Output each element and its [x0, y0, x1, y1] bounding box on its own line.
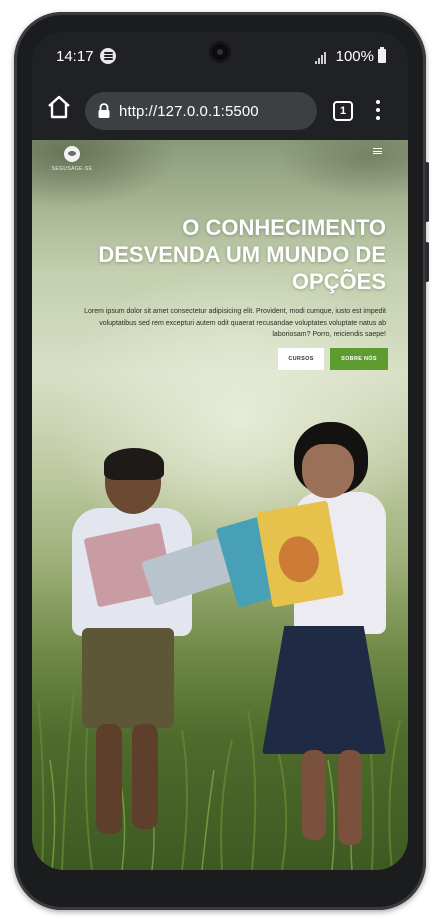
site-brand[interactable]: SEGUSAGE-SE: [50, 146, 94, 172]
hero-description-line: laboriosam? Porro, reiciendis saepe!: [272, 331, 386, 338]
hero-title-line: DESVENDA UM MUNDO DE: [98, 242, 386, 267]
browser-toolbar: http://127.0.0.1:5500 1: [32, 76, 408, 140]
hero-title-line: OPÇÕES: [291, 269, 386, 294]
signal-icon: [315, 52, 326, 64]
power-button: [425, 242, 429, 282]
girl-face: [302, 444, 354, 498]
phone-screen: 14:17 100% http://127.0.0.1:5500 1 SEGUS…: [32, 32, 408, 870]
brand-logo-icon: [64, 146, 80, 162]
boy-shorts: [82, 628, 174, 728]
hero-description-line: voluptatibus sed rem excepturi autem odi…: [99, 319, 386, 327]
status-bar: 14:17 100%: [32, 32, 408, 76]
hero-description-line: Lorem ipsum dolor sit amet consectetur a…: [84, 308, 386, 315]
about-us-button[interactable]: SOBRE NÓS: [330, 348, 388, 370]
web-page: SEGUSAGE-SE O CONHECIMENTO DESVENDA UM M…: [32, 140, 408, 870]
hero-buttons: CURSOS SOBRE NÓS: [278, 348, 388, 370]
hero-title: O CONHECIMENTO DESVENDA UM MUNDO DE OPÇÕ…: [56, 214, 386, 295]
girl-leg: [302, 750, 326, 840]
phone-frame: 14:17 100% http://127.0.0.1:5500 1 SEGUS…: [14, 12, 429, 910]
more-vert-icon[interactable]: [375, 100, 381, 120]
lock-icon: [98, 103, 110, 118]
battery-percentage: 100%: [335, 48, 374, 65]
brand-text: SEGUSAGE-SE: [51, 166, 93, 172]
tab-switcher-button[interactable]: 1: [333, 101, 353, 121]
boy-leg: [132, 724, 158, 829]
hero-description: Lorem ipsum dolor sit amet consectetur a…: [56, 306, 386, 341]
hero-title-line: O CONHECIMENTO: [182, 215, 386, 240]
home-icon[interactable]: [46, 94, 72, 120]
spotify-icon: [100, 48, 116, 64]
boy-hair: [104, 448, 164, 480]
battery-icon: [378, 47, 386, 63]
volume-button: [425, 162, 429, 222]
boy-leg: [96, 724, 122, 834]
status-time: 14:17: [56, 48, 94, 65]
front-camera: [212, 44, 228, 60]
url-bar[interactable]: http://127.0.0.1:5500: [85, 92, 317, 130]
hamburger-menu-icon[interactable]: [373, 148, 382, 154]
courses-button[interactable]: CURSOS: [278, 348, 324, 370]
girl-leg: [338, 750, 362, 845]
url-text: http://127.0.0.1:5500: [119, 103, 259, 120]
